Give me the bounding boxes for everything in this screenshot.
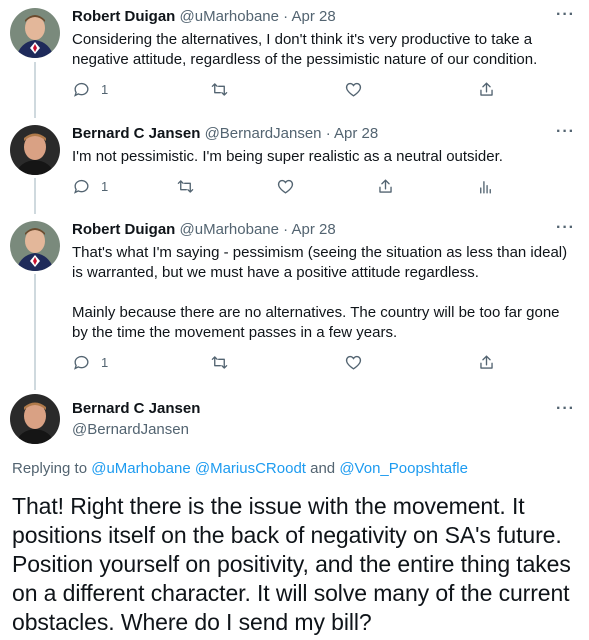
more-options-icon[interactable]: ··· — [556, 400, 575, 418]
avatar[interactable] — [10, 8, 60, 58]
retweet-button[interactable] — [176, 177, 195, 196]
mention-link[interactable]: @uMarhobane — [91, 460, 190, 477]
author-name[interactable]: Robert Duigan — [72, 8, 175, 25]
more-options-icon[interactable]: ··· — [556, 6, 575, 24]
heart-icon — [345, 355, 362, 370]
avatar[interactable] — [10, 394, 60, 444]
tweet-date[interactable]: Apr 28 — [292, 8, 336, 25]
analytics-button[interactable] — [476, 177, 495, 196]
share-icon — [379, 179, 392, 193]
more-options-icon[interactable]: ··· — [556, 123, 575, 141]
tweet-date[interactable]: Apr 28 — [334, 125, 378, 142]
tweet[interactable]: Robert Duigan @uMarhobane · Apr 28 ··· C… — [0, 0, 589, 112]
author-name[interactable]: Robert Duigan — [72, 221, 175, 238]
tweet-date[interactable]: Apr 28 — [292, 221, 336, 238]
reply-count: 1 — [101, 179, 109, 194]
author-handle[interactable]: @uMarhobane — [180, 8, 279, 25]
author-handle[interactable]: @BernardJansen — [205, 125, 322, 142]
share-button[interactable] — [477, 353, 496, 372]
reply-button[interactable]: 1 — [72, 177, 108, 196]
retweet-button[interactable] — [210, 353, 229, 372]
and-word: and — [310, 460, 336, 477]
reply-count: 1 — [101, 82, 109, 97]
retweet-button[interactable] — [210, 80, 229, 99]
replying-to: Replying to @uMarhobane @MariusCRoodt an… — [12, 460, 468, 477]
like-button[interactable] — [276, 177, 295, 196]
author-name[interactable]: Bernard C Jansen — [72, 400, 200, 417]
share-icon — [480, 355, 493, 369]
reply-icon — [74, 179, 89, 194]
tweet[interactable]: Robert Duigan @uMarhobane · Apr 28 ··· T… — [0, 213, 589, 385]
heart-icon — [345, 82, 362, 97]
share-icon — [480, 82, 493, 96]
author-handle[interactable]: @uMarhobane — [180, 221, 279, 238]
replying-prefix: Replying to — [12, 460, 92, 477]
avatar[interactable] — [10, 125, 60, 175]
main-tweet-text: That! Right there is the issue with the … — [12, 493, 571, 635]
reply-icon — [74, 355, 89, 370]
reply-button[interactable]: 1 — [72, 353, 108, 372]
tweet-text: I'm not pessimistic. I'm being super rea… — [72, 148, 503, 165]
reply-count: 1 — [101, 355, 109, 370]
tweet-text: Considering the alternatives, I don't th… — [72, 31, 538, 68]
tweet-text: That's what I'm saying - pessimism (seei… — [72, 244, 568, 341]
analytics-icon — [480, 181, 491, 194]
separator-dot: · — [283, 8, 289, 25]
retweet-icon — [211, 83, 228, 96]
mention-link[interactable]: @MariusCRoodt — [195, 460, 306, 477]
reply-button[interactable]: 1 — [72, 80, 108, 99]
author-name[interactable]: Bernard C Jansen — [72, 125, 200, 142]
mention-link[interactable]: @Von_Poopshtafle — [339, 460, 468, 477]
like-button[interactable] — [344, 353, 363, 372]
separator-dot: · — [283, 221, 289, 238]
like-button[interactable] — [344, 80, 363, 99]
retweet-icon — [177, 180, 194, 193]
retweet-icon — [211, 356, 228, 369]
avatar[interactable] — [10, 221, 60, 271]
separator-dot: · — [325, 125, 331, 142]
more-options-icon[interactable]: ··· — [556, 219, 575, 237]
reply-icon — [74, 82, 89, 97]
share-button[interactable] — [376, 177, 395, 196]
author-handle[interactable]: @BernardJansen — [72, 421, 189, 438]
share-button[interactable] — [477, 80, 496, 99]
tweet[interactable]: Bernard C Jansen @BernardJansen · Apr 28… — [0, 117, 589, 213]
heart-icon — [277, 179, 294, 194]
